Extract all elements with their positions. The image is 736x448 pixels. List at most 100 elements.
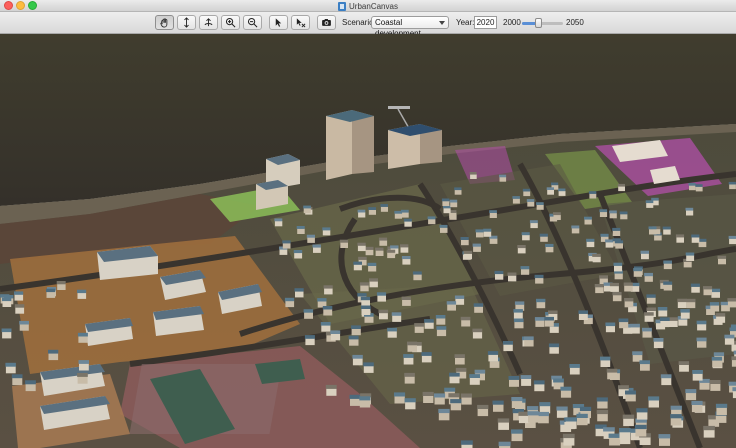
house-roof [306,234,315,238]
tilt-tool-button[interactable] [177,15,196,30]
year-slider[interactable] [522,18,563,28]
house-roof [569,364,580,368]
house-roof [77,289,87,294]
scenario-select[interactable]: Coastal development [371,16,449,38]
house-roof [711,356,723,361]
house [489,212,497,218]
zoom-out-tool-button[interactable] [243,15,262,30]
city-3d-scene[interactable] [0,34,736,448]
house [488,354,498,362]
year-slider-thumb[interactable] [535,18,543,28]
house-roof [514,301,525,305]
house [511,400,523,409]
house [595,287,604,294]
house-roof [600,233,609,237]
house [461,239,469,246]
house [508,275,517,282]
house [536,302,546,309]
house-roof [710,288,721,293]
house [428,219,436,225]
house-roof [296,226,305,229]
house-roof [605,239,614,243]
house-roof [77,373,88,377]
house [680,312,690,319]
house-roof [644,272,653,277]
house-roof [325,384,337,389]
zoom-in-tool-button[interactable] [221,15,240,30]
house [711,291,720,298]
house-roof [435,315,446,319]
map-3d-viewport[interactable] [0,34,736,448]
house-roof [685,252,695,256]
house-roof [562,433,575,439]
house-roof [660,374,672,379]
house-roof [717,255,727,259]
house-roof [613,262,623,266]
house [401,212,409,218]
year-field[interactable]: 2020 [474,16,497,29]
house [540,236,548,242]
rotate-tool-button[interactable] [199,15,218,30]
house-roof [394,210,403,214]
pointer-cross-icon [296,18,306,28]
house [294,252,303,259]
house [15,307,25,314]
house [361,308,371,315]
high-rise-tower[interactable] [326,110,374,180]
house [279,249,288,255]
house-roof [511,429,523,434]
house-roof [565,417,577,422]
house-roof [494,270,504,275]
house-roof [507,272,517,276]
house [353,264,362,271]
house-roof [322,227,331,231]
house-roof [675,234,685,238]
house [560,390,572,398]
house [614,265,623,272]
house-roof [386,249,396,253]
house-roof [357,209,366,213]
house [592,256,601,263]
house-roof [363,362,374,367]
house [464,253,472,260]
house [2,331,12,339]
house [359,400,371,408]
house-roof [584,216,592,220]
house-roof [403,218,412,222]
house [402,258,411,265]
house [48,353,59,361]
deselect-tool-button[interactable] [291,15,310,30]
house [649,229,657,235]
house-roof [477,404,489,409]
house-roof [441,198,450,202]
pan-tool-button[interactable] [155,15,174,30]
house-roof [578,310,588,314]
house [78,336,88,343]
house-roof [497,418,510,423]
house [703,429,715,438]
house-roof [11,374,23,379]
house [716,316,726,323]
house [558,191,566,196]
house [716,407,727,415]
house [623,418,634,427]
house [472,331,483,339]
high-rise-tower[interactable] [388,124,442,169]
house [549,346,559,354]
house [407,345,417,352]
house-roof [348,335,359,340]
house-roof [634,424,647,430]
house-roof [548,310,558,314]
house-roof [454,187,462,191]
house [522,234,530,241]
house-roof [421,352,432,356]
house [403,357,414,365]
house [710,383,721,391]
house-roof [599,275,608,279]
house-roof [376,292,387,296]
house-roof [732,387,736,392]
toolbar: Scenario: Coastal development Year: 2020… [0,12,736,38]
screenshot-tool-button[interactable] [317,15,336,30]
select-tool-button[interactable] [269,15,288,30]
house [624,285,633,292]
